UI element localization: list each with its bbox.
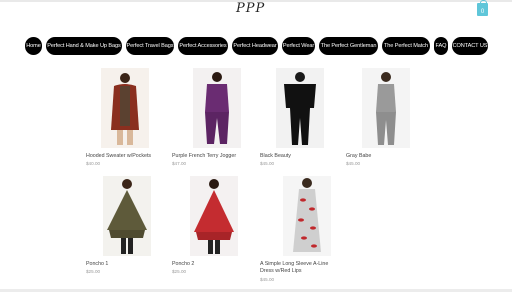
product-name[interactable]: Gray Babe [346,153,371,160]
product-image[interactable] [283,176,331,256]
product-name[interactable]: Poncho 2 [172,261,194,268]
nav-item-hand-makeup-bags[interactable]: Perfect Hand & Make Up Bags [46,37,122,55]
cart-count: 0 [480,9,485,15]
product-name[interactable]: Purple French Terry Jogger [172,153,236,160]
nav-item-accessories[interactable]: Perfect Accessories [178,37,228,55]
site-logo[interactable]: PPP [236,1,265,16]
product-image[interactable] [101,68,149,148]
product-image[interactable] [193,68,241,148]
nav-item-faq[interactable]: FAQ [434,37,448,55]
product-price: $25.00 [86,269,101,274]
product-price: $45.00 [260,161,275,166]
nav-item-contact-us[interactable]: CONTACT US [452,37,488,55]
product-price: $45.00 [346,161,361,166]
nav-item-home[interactable]: Home [25,37,42,55]
product-price: $47.00 [172,161,187,166]
nav-item-travel-bags[interactable]: Perfect Travel Bags [126,37,174,55]
nav-item-perfect-match[interactable]: The Perfect Match [382,37,430,55]
product-image[interactable] [103,176,151,256]
nav-item-headwear[interactable]: Perfect Headwear [232,37,278,55]
nav-item-perfect-wear[interactable]: Perfect Wear [282,37,315,55]
product-image[interactable] [276,68,324,148]
product-price: $25.00 [172,269,187,274]
product-image[interactable] [190,176,238,256]
shopping-bag-icon[interactable]: 0 [477,0,488,16]
product-name[interactable]: Poncho 1 [86,261,108,268]
product-price: $45.00 [260,277,275,282]
product-name[interactable]: Hooded Sweater w/Pockets [86,153,151,160]
product-name[interactable]: A Simple Long Sleeve A-Line Dress w/Red … [260,261,342,275]
product-name-text: A Simple Long Sleeve A-Line Dress w/Red … [260,261,329,274]
product-name[interactable]: Black Beauty [260,153,291,160]
product-price: $40.00 [86,161,101,166]
main-navigation: Home Perfect Hand & Make Up Bags Perfect… [0,37,512,55]
bag-handle [480,0,487,5]
product-image[interactable] [362,68,410,148]
nav-item-gentleman[interactable]: The Perfect Gentleman [319,37,378,55]
